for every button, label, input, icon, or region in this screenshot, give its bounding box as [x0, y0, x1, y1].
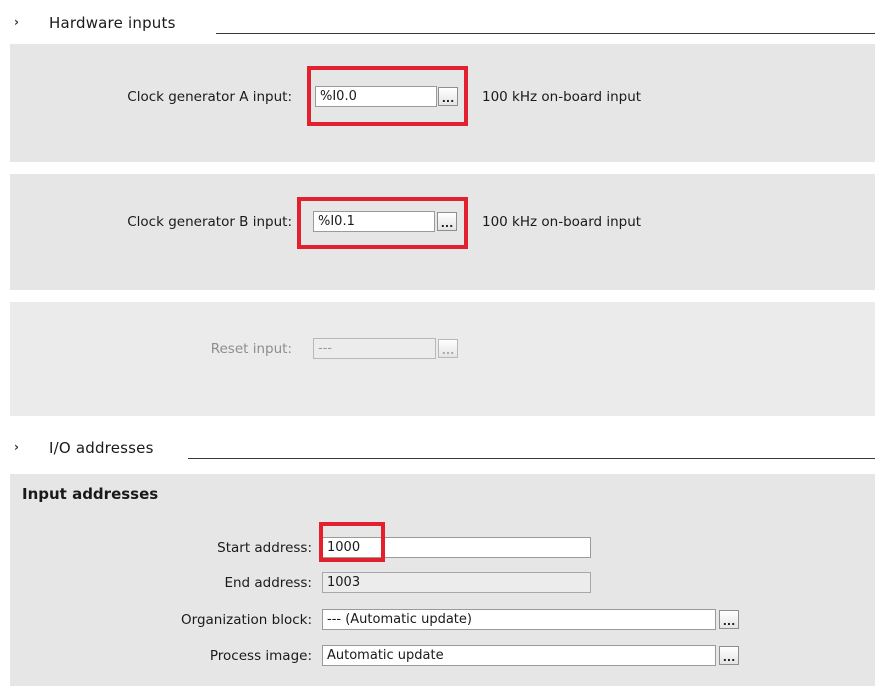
section-divider [188, 458, 875, 459]
process-image-input[interactable]: Automatic update [322, 645, 716, 666]
organization-block-label: Organization block: [181, 612, 312, 628]
clock-b-label: Clock generator B input: [127, 214, 292, 230]
highlight-clock-b [297, 197, 468, 249]
chevron-right-icon[interactable]: › [14, 15, 19, 29]
hardware-inputs-header[interactable]: › Hardware inputs [0, 6, 875, 40]
chevron-right-icon[interactable]: › [14, 440, 19, 454]
reset-browse-button: ... [438, 339, 458, 358]
organization-block-browse-button[interactable]: ... [719, 610, 739, 629]
section-title: Hardware inputs [49, 14, 176, 32]
start-address-label: Start address: [217, 540, 312, 556]
reset-input: --- [313, 338, 436, 359]
clock-a-label: Clock generator A input: [127, 89, 292, 105]
process-image-browse-button[interactable]: ... [719, 646, 739, 665]
organization-block-input[interactable]: --- (Automatic update) [322, 609, 716, 630]
process-image-label: Process image: [209, 648, 312, 664]
reset-label: Reset input: [210, 341, 292, 357]
section-title: I/O addresses [49, 439, 154, 457]
end-address-field: 1003 [322, 572, 591, 593]
highlight-start-address [319, 522, 385, 562]
input-addresses-title: Input addresses [22, 485, 159, 503]
reset-panel [10, 302, 875, 416]
clock-a-note: 100 kHz on-board input [482, 89, 642, 105]
section-divider [216, 33, 875, 34]
clock-b-note: 100 kHz on-board input [482, 214, 642, 230]
end-address-label: End address: [224, 575, 312, 591]
io-addresses-header[interactable]: › I/O addresses [0, 431, 875, 465]
highlight-clock-a [307, 66, 468, 126]
